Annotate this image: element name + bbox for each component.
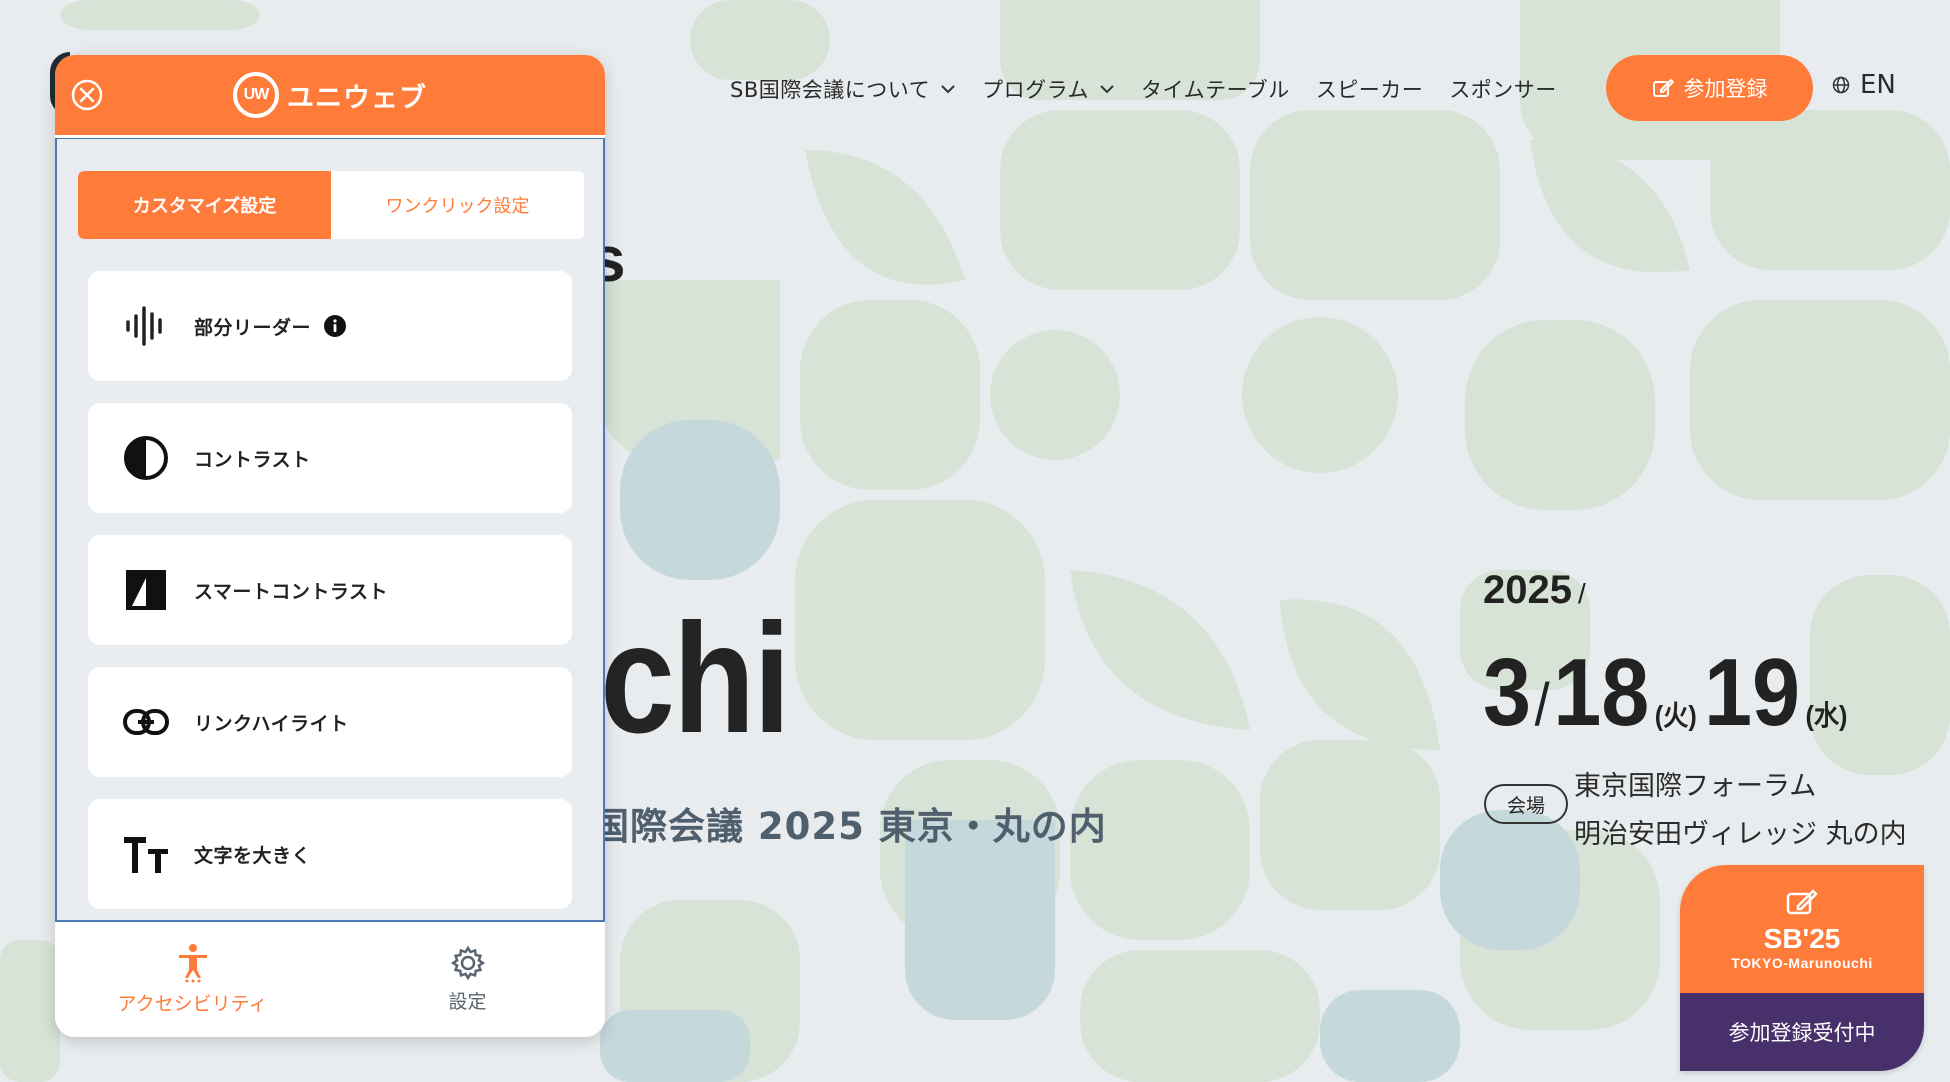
settings-mode-tabs: カスタマイズ設定 ワンクリック設定 <box>78 171 584 239</box>
year-value: 2025 <box>1483 568 1572 612</box>
smart-contrast-icon <box>122 566 170 614</box>
venue-line-2: 明治安田ヴィレッジ 丸の内 <box>1574 819 1907 850</box>
footer-tab-accessibility[interactable]: アクセシビリティ <box>55 922 330 1037</box>
footer-tab-label: アクセシビリティ <box>117 993 268 1015</box>
close-icon[interactable] <box>69 77 105 113</box>
option-label: スマートコントラスト <box>194 580 389 603</box>
chevron-down-icon <box>941 85 955 94</box>
panel-body: カスタマイズ設定 ワンクリック設定 部分リーダー コントラスト スマートコントラ… <box>55 138 605 922</box>
footer-tab-settings[interactable]: 設定 <box>330 922 605 1037</box>
registration-card-status: 参加登録受付中 <box>1680 993 1924 1071</box>
nav-item-timetable[interactable]: タイムテーブル <box>1141 74 1290 104</box>
day-1-weekday: (火) <box>1654 700 1697 731</box>
event-dates: 3 / 18 (火) 19 (水) <box>1483 638 1855 748</box>
day-1: 18 <box>1553 639 1650 746</box>
uniweb-logo: UW ユニウェブ <box>233 72 427 118</box>
option-bigger-text[interactable]: 文字を大きく <box>88 799 572 909</box>
year-separator: / <box>1577 578 1586 609</box>
event-year: 2025/ <box>1483 568 1586 613</box>
nav-item-program[interactable]: プログラム <box>982 74 1115 104</box>
option-label: リンクハイライト <box>194 712 349 735</box>
nav-item-sponsors[interactable]: スポンサー <box>1449 74 1557 104</box>
option-label: 部分リーダー <box>194 316 312 339</box>
option-label: 文字を大きく <box>194 844 312 867</box>
contrast-icon <box>122 434 170 482</box>
link-icon <box>122 698 170 746</box>
accessibility-panel: UW ユニウェブ カスタマイズ設定 ワンクリック設定 部分リーダー コントラスト… <box>55 55 605 1037</box>
register-button-label: 参加登録 <box>1683 77 1768 101</box>
audio-wave-icon <box>122 302 170 350</box>
panel-header: UW ユニウェブ <box>55 55 605 135</box>
globe-icon <box>1832 76 1850 94</box>
nav-item-label: プログラム <box>982 78 1089 102</box>
tab-one-click[interactable]: ワンクリック設定 <box>331 171 584 239</box>
day-2: 19 <box>1703 639 1801 746</box>
nav-item-label: SB国際会議について <box>730 78 931 102</box>
uniweb-logo-mark: UW <box>233 72 279 118</box>
edit-icon <box>1786 889 1818 915</box>
registration-card-subtitle: TOKYO-Marunouchi <box>1731 955 1873 971</box>
edit-icon <box>1652 78 1674 97</box>
nav-item-speakers[interactable]: スピーカー <box>1316 74 1424 104</box>
panel-footer: アクセシビリティ 設定 <box>55 922 605 1037</box>
option-smart-contrast[interactable]: スマートコントラスト <box>88 535 572 645</box>
registration-card-top: SB'25 TOKYO-Marunouchi <box>1680 865 1924 993</box>
info-icon[interactable] <box>323 314 347 338</box>
venue-badge: 会場 <box>1484 784 1568 824</box>
tab-customize[interactable]: カスタマイズ設定 <box>78 171 331 239</box>
month: 3 <box>1483 639 1532 746</box>
venue-line-1: 東京国際フォーラム <box>1574 771 1817 802</box>
footer-tab-label: 設定 <box>448 991 487 1013</box>
nav-item-label: タイムテーブル <box>1140 78 1290 102</box>
nav-item-about[interactable]: SB国際会議について <box>730 74 956 104</box>
option-contrast[interactable]: コントラスト <box>88 403 572 513</box>
gear-icon <box>450 945 485 981</box>
text-size-icon <box>122 830 170 878</box>
chevron-down-icon <box>1100 85 1114 94</box>
day-2-weekday: (水) <box>1805 700 1848 731</box>
language-switch[interactable]: EN <box>1832 70 1896 100</box>
registration-card-title: SB'25 <box>1763 923 1841 954</box>
nav-item-label: スポンサー <box>1449 78 1557 102</box>
hero-subtitle: 国際会議 2025 東京・丸の内 <box>592 805 1107 848</box>
uniweb-brand-name: ユニウェブ <box>287 82 427 114</box>
option-link-highlight[interactable]: リンクハイライト <box>88 667 572 777</box>
accessibility-person-icon <box>178 944 207 983</box>
language-label: EN <box>1860 70 1896 100</box>
option-label: コントラスト <box>194 448 311 471</box>
date-separator: / <box>1534 671 1550 738</box>
registration-card[interactable]: SB'25 TOKYO-Marunouchi 参加登録受付中 <box>1680 865 1924 1071</box>
main-nav: SB国際会議について プログラム タイムテーブル スピーカー スポンサー <box>730 55 1557 123</box>
register-button[interactable]: 参加登録 <box>1606 55 1813 121</box>
option-partial-reader[interactable]: 部分リーダー <box>88 271 572 381</box>
nav-item-label: スピーカー <box>1315 78 1424 102</box>
